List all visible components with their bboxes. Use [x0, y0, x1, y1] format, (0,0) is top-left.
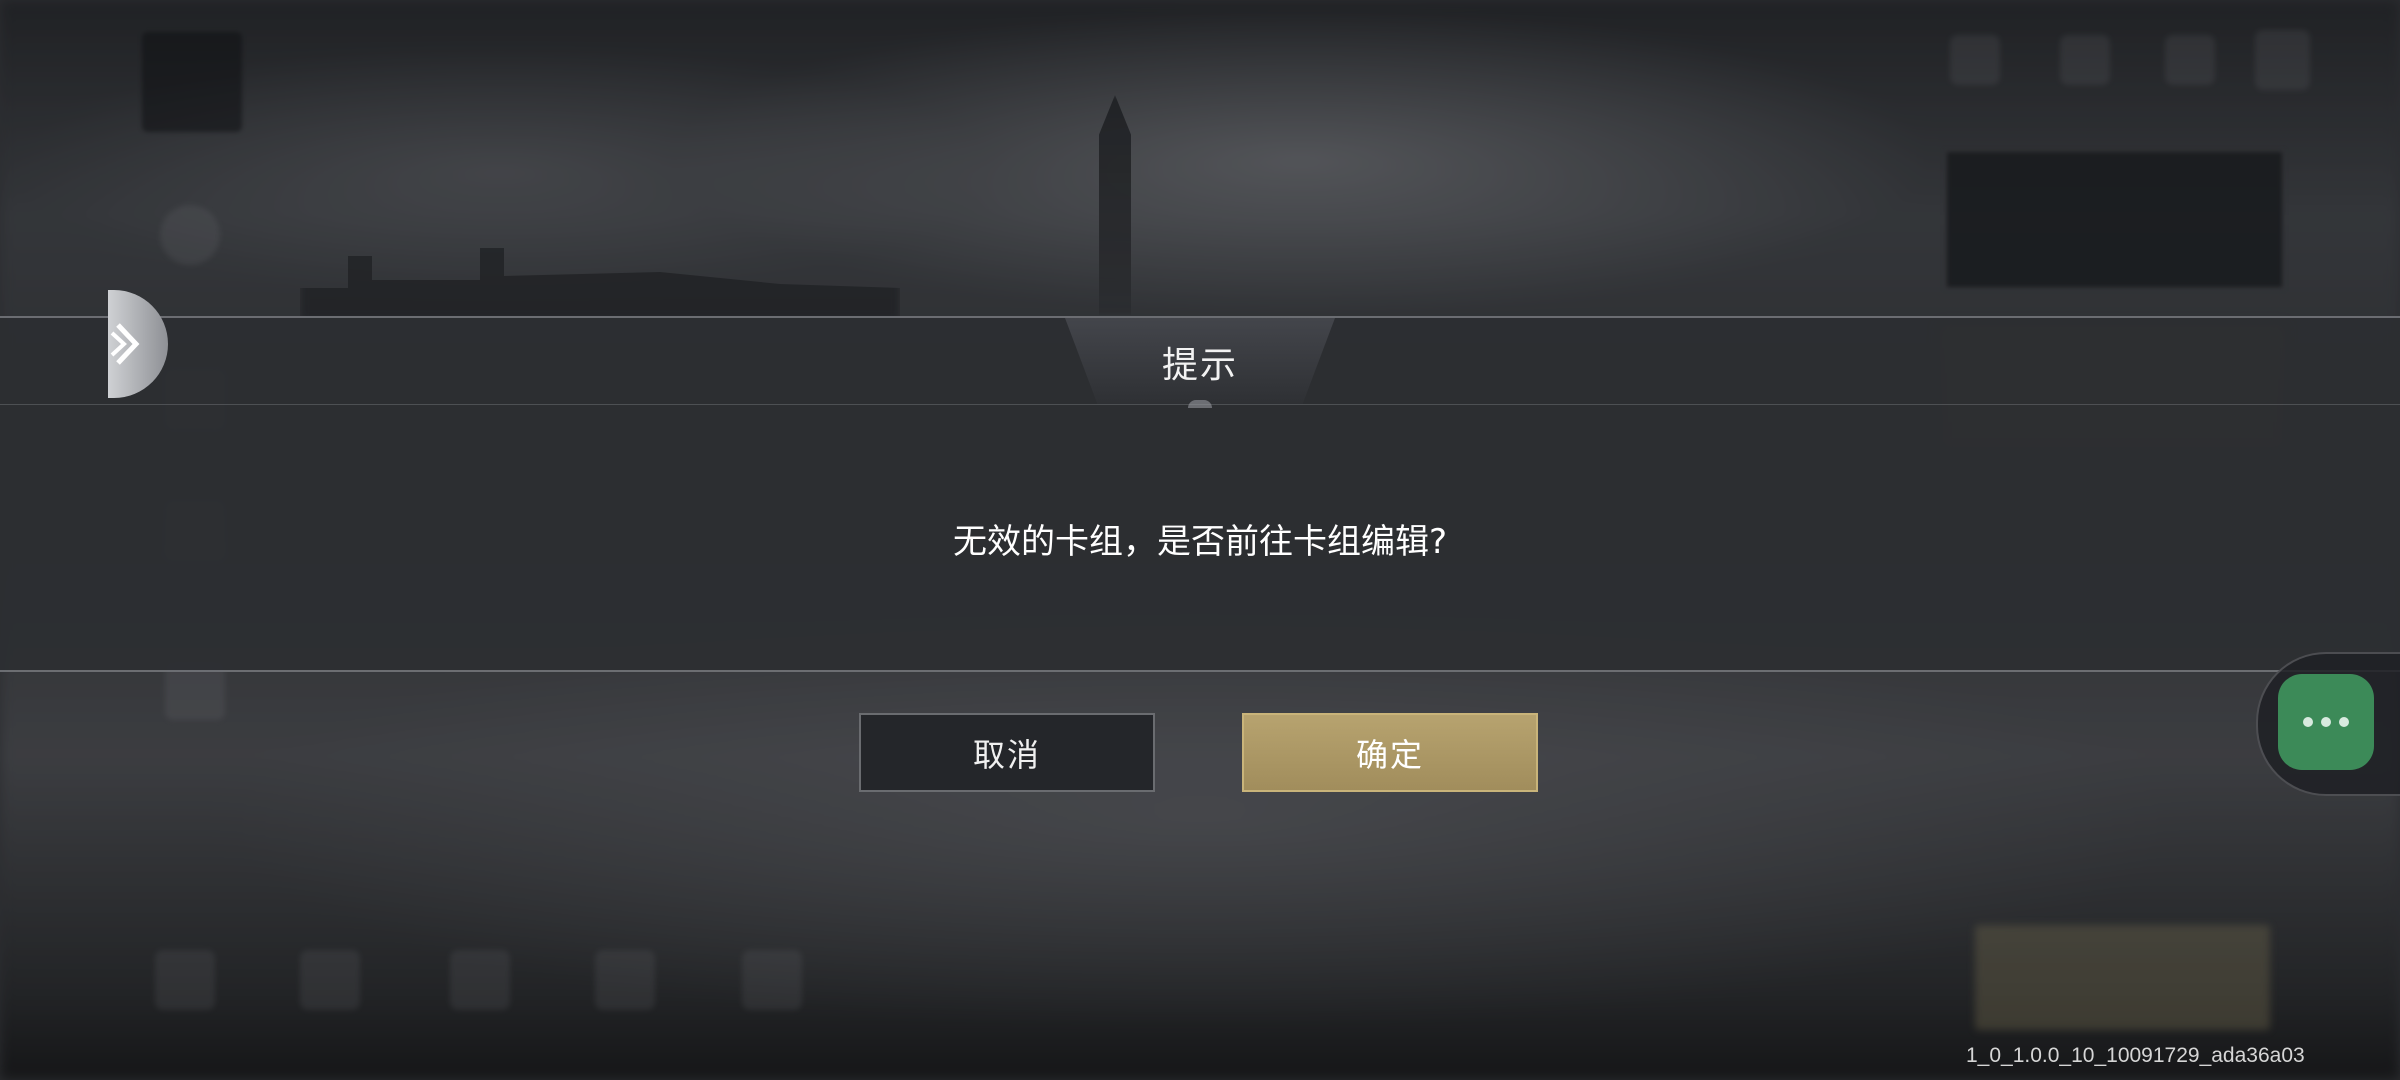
confirm-button[interactable]: 确定: [1242, 713, 1538, 792]
cancel-button[interactable]: 取消: [859, 713, 1155, 792]
version-label: 1_0_1.0.0_10_10091729_ada36a03: [1966, 1044, 2305, 1067]
more-dots-icon: [2321, 717, 2331, 727]
dialog-panel: 提示 无效的卡组，是否前往卡组编辑?: [0, 316, 2400, 672]
floating-menu-button[interactable]: [2278, 674, 2374, 770]
floating-menu-container: [2256, 652, 2400, 796]
dialog-title: 提示: [1161, 345, 1238, 386]
more-dots-icon: [2303, 717, 2313, 727]
chevron-right-icon: [110, 323, 140, 365]
more-dots-icon: [2339, 717, 2349, 727]
dialog-title-ornament: [1188, 400, 1212, 408]
dialog-message: 无效的卡组，是否前往卡组编辑?: [952, 522, 1448, 562]
